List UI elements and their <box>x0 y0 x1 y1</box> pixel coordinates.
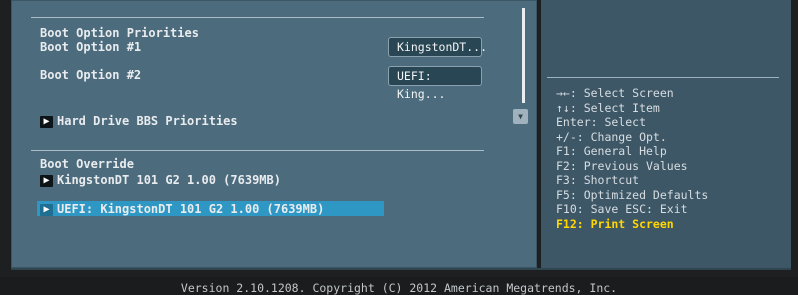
submenu-arrow-icon: ▶ <box>40 203 53 216</box>
boot-option-2-select[interactable]: UEFI: King... <box>388 66 482 101</box>
help-item-print-screen: F12: Print Screen <box>556 216 674 231</box>
version-footer: Version 2.10.1208. Copyright (C) 2012 Am… <box>180 281 618 295</box>
help-item: ↑↓: Select Item <box>556 100 660 115</box>
help-item: F10: Save ESC: Exit <box>556 202 688 216</box>
mid-divider <box>31 150 484 151</box>
help-item: F1: General Help <box>556 144 667 158</box>
help-item: →←: Select Screen <box>556 86 674 100</box>
help-item: F3: Shortcut <box>556 173 640 187</box>
scrollbar-track[interactable] <box>522 8 525 103</box>
panel-bottom-border <box>11 268 791 270</box>
boot-option-1-label: Boot Option #1 <box>40 40 142 54</box>
top-divider <box>31 17 484 18</box>
boot-option-2-label: Boot Option #2 <box>40 68 142 82</box>
boot-override-item-label: KingstonDT 101 G2 1.00 (7639MB) <box>57 173 281 187</box>
help-item: F2: Previous Values <box>556 158 688 173</box>
boot-override-heading: Boot Override <box>40 157 134 171</box>
submenu-arrow-icon: ▶ <box>40 174 53 187</box>
hard-drive-bbs-priorities-label: Hard Drive BBS Priorities <box>57 114 238 128</box>
boot-option-1-select[interactable]: KingstonDT... <box>388 37 487 57</box>
boot-override-item-label: UEFI: KingstonDT 101 G2 1.00 (7639MB) <box>57 202 325 216</box>
hard-drive-bbs-priorities-item[interactable]: ▶ Hard Drive BBS Priorities <box>40 114 238 128</box>
boot-override-item[interactable]: ▶ KingstonDT 101 G2 1.00 (7639MB) <box>40 173 281 187</box>
boot-option-priorities-heading: Boot Option Priorities <box>40 26 199 40</box>
help-item: Enter: Select <box>556 115 647 129</box>
help-item: +/-: Change Opt. <box>556 129 667 144</box>
scroll-down-icon[interactable]: ▼ <box>513 109 528 124</box>
help-item: F5: Optimized Defaults <box>556 187 709 202</box>
boot-override-item-selected[interactable]: ▶ UEFI: KingstonDT 101 G2 1.00 (7639MB) <box>40 202 324 216</box>
help-divider <box>547 77 779 78</box>
submenu-arrow-icon: ▶ <box>40 115 53 128</box>
